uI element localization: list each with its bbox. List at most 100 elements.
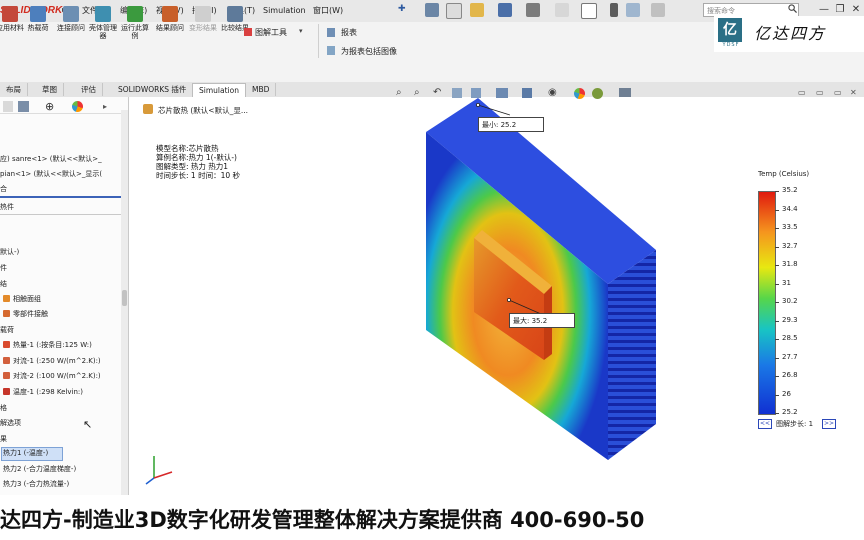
section-view-icon[interactable] xyxy=(452,88,462,98)
tree-item-parts[interactable]: 件 xyxy=(0,263,7,274)
tree-item-heat-part[interactable]: 热件 xyxy=(0,202,14,213)
brand-sub: YDSF xyxy=(722,42,740,48)
tree-label: 解选项 xyxy=(0,419,21,427)
deformed-result-button[interactable]: 变形结果 xyxy=(187,4,219,52)
collapse-viewport-icon[interactable]: ▭ xyxy=(798,88,806,97)
viewport-close-icon[interactable]: ✕ xyxy=(850,88,857,97)
tab-evaluate[interactable]: 评估 xyxy=(75,83,103,96)
close-button[interactable]: ✕ xyxy=(849,3,863,17)
tree-label: 温度-1 (:298 Kelvin:) xyxy=(13,388,83,396)
tab-mbd[interactable]: MBD xyxy=(246,83,277,96)
menu-simulation[interactable]: Simulation xyxy=(263,4,306,18)
dropdown-arrow-icon[interactable]: ▾ xyxy=(299,27,303,35)
tree-item-sanre[interactable]: 应) sanre<1> (默认<<默认>_ xyxy=(0,154,102,165)
pin-icon[interactable]: ✚ xyxy=(398,4,406,14)
max-value: 35.2 xyxy=(531,317,548,325)
split-viewport-icon[interactable]: ▭ xyxy=(816,88,824,97)
zoom-area-icon[interactable]: ⌕ xyxy=(414,87,420,98)
plot-tools-button[interactable]: 图解工具 xyxy=(255,27,287,38)
rebuild-icon[interactable] xyxy=(610,3,618,17)
tab-simulation[interactable]: Simulation xyxy=(192,83,246,97)
tree-label: 零部件接触 xyxy=(13,310,48,318)
zoom-fit-icon[interactable]: ⌕ xyxy=(396,87,402,98)
tree-item-assembly[interactable]: 合 xyxy=(0,184,7,195)
tree-label: pian<1> (默认<<默认>_显示( xyxy=(0,170,103,178)
rollback-bar[interactable] xyxy=(0,196,121,198)
tile-viewport-icon[interactable]: ▭ xyxy=(834,88,842,97)
menu-window[interactable]: 窗口(W) xyxy=(313,4,343,18)
tree-item-thermal-1[interactable]: 热力1 (-温度-) xyxy=(3,448,48,459)
panel-scrollbar-thumb[interactable] xyxy=(122,290,127,306)
tree-item-solution-options[interactable]: 解选项 xyxy=(0,418,21,429)
tab-sketch[interactable]: 草图 xyxy=(36,83,64,96)
include-image-button[interactable]: 为报表包括图像 xyxy=(341,46,397,57)
select-arrow-icon[interactable] xyxy=(581,3,597,19)
restore-button[interactable]: ❐ xyxy=(833,3,847,17)
new-file-icon[interactable] xyxy=(446,3,462,19)
tab-layout[interactable]: 布局 xyxy=(0,83,28,96)
legend-prev-button[interactable]: << xyxy=(758,419,772,429)
tree-label: 合 xyxy=(0,185,7,193)
tree-item-mesh[interactable]: 格 xyxy=(0,403,7,414)
display-icon[interactable] xyxy=(619,88,631,97)
options-gear-icon[interactable] xyxy=(651,3,665,17)
tree-item-component-contact[interactable]: 零部件接触 xyxy=(3,309,48,320)
connection-advisor-button[interactable]: 连接顾问 xyxy=(55,4,87,52)
tree-item-contact-sets[interactable]: 相触面组 xyxy=(3,294,41,305)
viewport-title[interactable]: 芯片散热 (默认<默认_显... xyxy=(158,105,248,116)
ribbon-label: 结果顾问 xyxy=(156,24,184,32)
tree-item-temperature[interactable]: 温度-1 (:298 Kelvin:) xyxy=(3,387,83,398)
view-orientation-icon[interactable] xyxy=(496,88,508,98)
legend-tick-mark xyxy=(775,302,779,303)
tree-label: 相触面组 xyxy=(13,295,41,303)
search-input[interactable]: 搜索命令 xyxy=(703,3,799,17)
tree-item-convection-1[interactable]: 对流-1 (:250 W/(m^2.K):) xyxy=(3,356,101,367)
heat-sink-model[interactable] xyxy=(420,98,670,468)
save-icon[interactable] xyxy=(498,3,512,17)
dynamic-annotation-icon[interactable] xyxy=(471,88,481,98)
panel-tab-config-icon[interactable]: ⊕ xyxy=(45,100,54,113)
open-folder-icon[interactable] xyxy=(470,3,484,17)
search-icon[interactable] xyxy=(788,4,797,13)
shell-manager-button[interactable]: 壳体管理器 xyxy=(87,4,119,52)
panel-tab-property-icon[interactable] xyxy=(18,101,29,112)
display-style-icon[interactable] xyxy=(522,88,532,98)
ribbon-label: 连接顾问 xyxy=(57,24,85,32)
print-icon[interactable] xyxy=(526,3,540,17)
tree-item-results[interactable]: 果 xyxy=(0,434,7,445)
results-advisor-button[interactable]: 结果顾问 xyxy=(154,4,186,52)
tree-item-pian[interactable]: pian<1> (默认<<默认>_显示( xyxy=(0,169,102,180)
ribbon-label: 运行此算例 xyxy=(121,24,149,40)
panel-tab-feature-icon[interactable] xyxy=(3,101,13,112)
tree-label: 热件 xyxy=(0,203,14,211)
hide-show-icon[interactable]: ◉ xyxy=(548,87,557,98)
results-icon xyxy=(162,6,178,22)
panel-tab-appearance-icon[interactable] xyxy=(72,101,83,112)
thermal-load-button[interactable]: 热载荷 xyxy=(22,4,54,52)
report-button[interactable]: 报表 xyxy=(341,27,357,38)
legend-tick-label: 31.8 xyxy=(782,260,798,268)
panel-expand-icon[interactable]: ▸ xyxy=(103,102,107,111)
legend-tick-mark xyxy=(775,209,779,211)
tree-item-thermal-3[interactable]: 热力3 (-合力热流量-) xyxy=(3,479,69,490)
heat-power-icon xyxy=(3,341,10,348)
tree-item-heat-power[interactable]: 热量-1 (:按条目:125 W:) xyxy=(3,340,92,351)
home-icon[interactable] xyxy=(425,3,439,17)
undo-icon[interactable] xyxy=(555,3,569,17)
run-study-button[interactable]: 运行此算例 xyxy=(119,4,151,52)
legend-next-button[interactable]: >> xyxy=(822,419,836,429)
legend-tick-label: 25.2 xyxy=(782,408,798,416)
heat-sink-fins xyxy=(608,250,656,460)
tree-item-default[interactable]: 默认-) xyxy=(0,247,19,258)
tree-item-loads[interactable]: 载荷 xyxy=(0,325,14,336)
minimize-button[interactable]: — xyxy=(817,3,831,17)
tree-item-connections[interactable]: 结 xyxy=(0,279,7,290)
connection-icon xyxy=(63,6,79,22)
tree-item-thermal-2[interactable]: 热力2 (-合力温度梯度-) xyxy=(3,464,76,475)
tree-item-convection-2[interactable]: 对流-2 (:100 W/(m^2.K):) xyxy=(3,371,101,382)
study-info-plot: 图解类型: 热力 热力1 xyxy=(156,162,229,171)
legend-tick-mark xyxy=(775,376,779,377)
previous-view-icon[interactable]: ↶ xyxy=(433,87,441,98)
tab-addins[interactable]: SOLIDWORKS 插件 xyxy=(112,83,194,96)
file-properties-icon[interactable] xyxy=(626,3,640,17)
